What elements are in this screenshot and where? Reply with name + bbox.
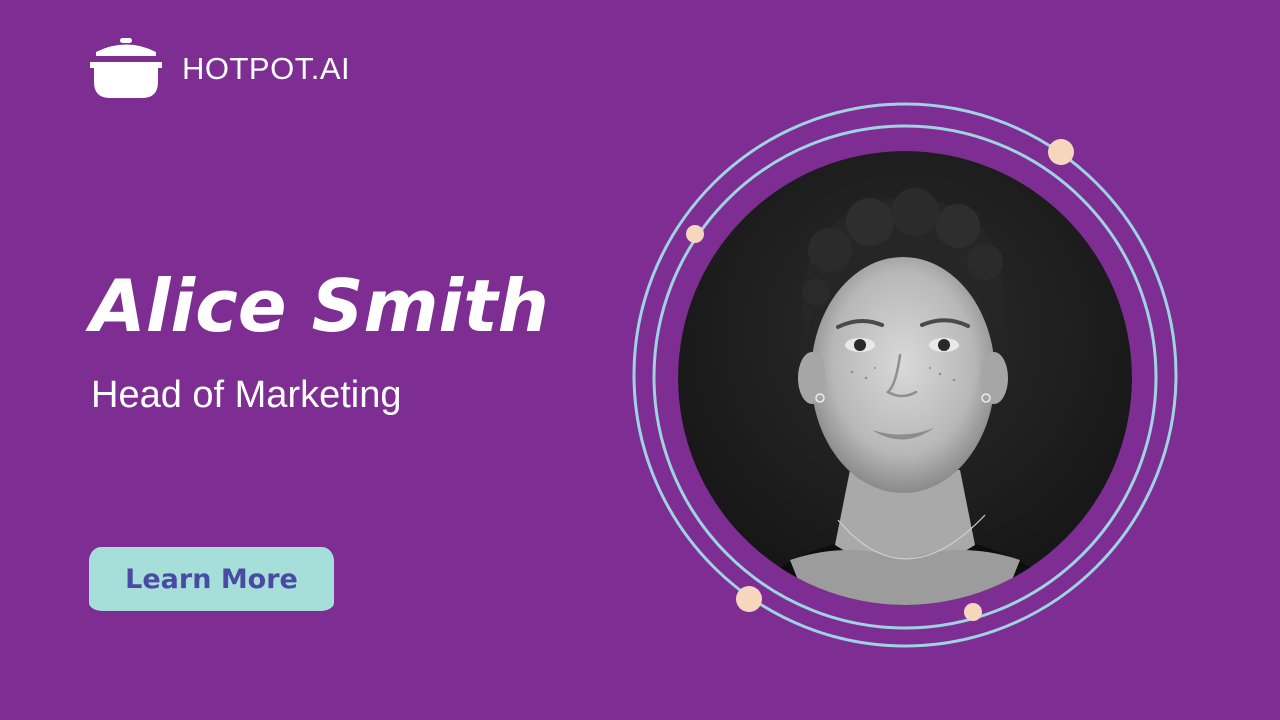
decor-dot [1048,139,1074,165]
decor-dot [736,586,762,612]
portrait-graphic [632,102,1178,648]
profile-photo [678,151,1132,605]
profile-banner: HOTPOT.AI Alice Smith Head of Marketing … [0,0,1280,720]
decor-dot [686,225,704,243]
decor-dot [964,603,982,621]
